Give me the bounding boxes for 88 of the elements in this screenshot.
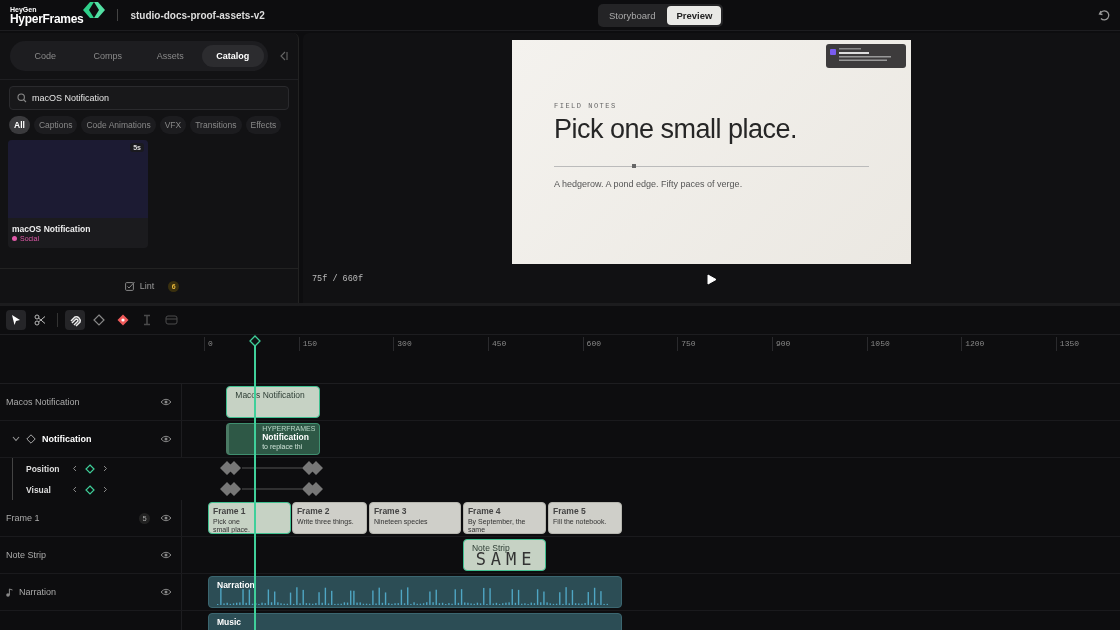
track-name: Note Strip [6,550,47,560]
lint-button[interactable]: Lint [118,280,161,292]
text-cursor-icon [141,314,153,326]
clip-label: Frame 1 [213,506,246,516]
sidebar-tab[interactable]: Code [14,45,77,67]
diamond-icon [93,314,105,326]
undo-icon[interactable] [1098,9,1110,21]
frame-counter: 75f / 660f [312,274,363,284]
ruler-label: 150 [302,339,318,348]
ruler-label: 1200 [965,339,985,348]
collapse-icon[interactable] [280,51,288,61]
clip-label: Narration [217,580,255,590]
pointer-icon [10,314,22,326]
track-name: Frame 1 [6,513,40,523]
clip-label: Note Strip [471,543,510,553]
visibility-icon[interactable] [160,398,172,406]
ruler-label: 1350 [1059,339,1080,348]
track-name: Macos Notification [6,397,80,407]
filter-chip[interactable]: Effects [245,116,282,134]
clip-label: Frame 5 [553,506,586,516]
search-icon [17,93,27,103]
view-tab[interactable]: Storyboard [600,6,665,25]
select-tool[interactable] [6,310,26,330]
thumbnail-text: SAME [475,551,537,568]
ruler-label: 0 [208,339,213,348]
checklist-icon [124,281,135,291]
slide-body: A hedgerow. A pond edge. Fifty paces of verge. [554,179,744,189]
next-keyframe-icon[interactable] [103,465,108,472]
ruler-label: 1050 [870,339,890,348]
clip-label: Frame 2 [296,506,330,516]
caret-icon[interactable] [12,436,20,442]
visibility-icon[interactable] [160,588,172,596]
track-header[interactable]: Macos Notification [0,384,182,420]
scissors-icon [34,314,46,326]
ruler-label: 600 [586,339,601,348]
play-icon[interactable] [706,273,717,285]
keyframe-track-drawing[interactable] [220,461,325,475]
time-ruler[interactable]: 0 150 300 450 600 750 900 1050 1200 1350 [182,335,1120,383]
search-field[interactable]: macOS Notification [9,86,289,110]
logo-icon [81,0,108,20]
visibility-icon[interactable] [160,514,172,522]
ruler-label: 900 [775,339,791,348]
filter-chip[interactable]: All [9,116,30,134]
clip-label: Frame 3 [373,506,407,516]
filter-chip[interactable]: VFX [159,116,187,134]
next-keyframe-icon[interactable] [103,486,108,493]
ruler-label: 300 [397,339,412,348]
diamond-icon [26,434,36,444]
previous-keyframe-icon[interactable] [72,465,77,472]
clip-label: Music [217,617,242,627]
ruler-label: 750 [681,339,696,348]
track-header[interactable]: Note Strip [0,537,182,573]
keyframe-icon[interactable] [85,484,95,495]
track-header[interactable]: Narration [0,574,182,610]
snap-tool[interactable] [65,310,85,330]
brand-name: HyperFrames [10,12,84,25]
keyframe-icon[interactable] [85,463,95,474]
magnet-icon [68,313,82,327]
track-header[interactable]: Notification [0,421,182,457]
clip-label: Notification [262,432,309,442]
track-name: Narration [19,587,56,597]
progress-marker [632,164,636,168]
music-note-icon [6,587,13,597]
card-title: macOS Notification [11,223,92,235]
clip-label: Frame 4 [467,506,501,516]
previous-keyframe-icon[interactable] [72,486,77,493]
visibility-icon[interactable] [160,435,172,443]
property-name: Visual [26,484,52,495]
playhead-handle[interactable] [249,335,262,347]
filter-chip[interactable]: Code Animations [81,116,156,134]
sidebar-tab[interactable]: Assets [139,45,202,67]
diamond-icon [117,314,129,326]
sidebar-tab[interactable]: Catalog [201,45,264,67]
timeline-clip[interactable]: Note Strip SAME [462,539,546,571]
film-icon [164,314,178,326]
ruler-label: 450 [491,339,507,348]
track-name: Notification [42,434,92,444]
slide-headline: Pick one small place. [554,114,799,145]
sidebar-tab[interactable]: Comps [76,45,139,67]
audio-clip[interactable]: Music [208,613,622,630]
filter-chip[interactable]: Transitions [190,116,242,134]
view-tab[interactable]: Preview [667,6,722,25]
property-name: Position [26,463,61,474]
keyframe-track-drawing[interactable] [220,482,325,496]
filter-chip[interactable]: Captions [33,116,78,134]
project-name: studio-docs-proof-assets-v2 [130,9,265,21]
audio-clip[interactable]: Narration [208,576,622,608]
visibility-icon[interactable] [160,551,172,559]
